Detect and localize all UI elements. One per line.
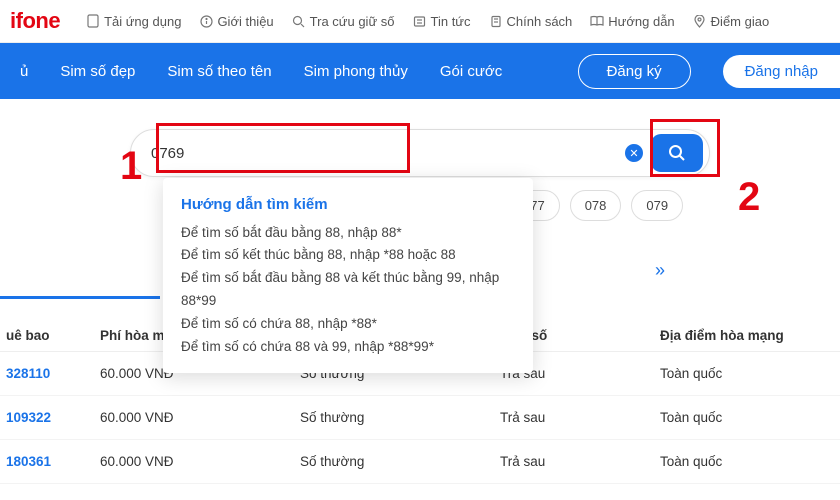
cell-type: Trả sau xyxy=(500,454,660,469)
cell-sim: 180361 xyxy=(0,454,100,469)
close-icon: ✕ xyxy=(629,147,638,160)
tooltip-line: Để tìm số có chứa 88 và 99, nhập *88*99* xyxy=(181,336,515,359)
top-policy-label: Chính sách xyxy=(507,14,573,29)
chip-079[interactable]: 079 xyxy=(631,190,683,221)
top-download-label: Tải ứng dụng xyxy=(104,14,181,29)
brand-logo: ifone xyxy=(10,8,60,34)
nav-packages[interactable]: Gói cước xyxy=(440,63,502,80)
search-small-icon xyxy=(292,14,306,28)
book-icon xyxy=(590,14,604,28)
tooltip-line: Để tìm số bắt đầu bằng 88 và kết thúc bằ… xyxy=(181,267,515,313)
nav-pretty-sim[interactable]: Sim số đẹp xyxy=(60,63,135,80)
doc-icon xyxy=(489,14,503,28)
more-chips-button[interactable]: » xyxy=(655,260,665,281)
signin-button[interactable]: Đăng nhập xyxy=(723,55,840,88)
annotation-number-1: 1 xyxy=(120,144,142,189)
top-lookup[interactable]: Tra cứu giữ số xyxy=(292,14,395,29)
prefix-chips: 077 078 079 xyxy=(508,190,683,221)
top-guide-label: Hướng dẫn xyxy=(608,14,674,29)
tooltip-line: Để tìm số bắt đầu bằng 88, nhập 88* xyxy=(181,222,515,245)
top-guide[interactable]: Hướng dẫn xyxy=(590,14,674,29)
top-about[interactable]: Giới thiệu xyxy=(199,14,273,29)
nav-fengshui-sim[interactable]: Sim phong thủy xyxy=(304,63,408,80)
cell-fee: 60.000 VNĐ xyxy=(100,454,300,469)
tooltip-line: Để tìm số có chứa 88, nhập *88* xyxy=(181,313,515,336)
cell-sub: Số thường xyxy=(300,410,500,425)
tooltip-line: Để tìm số kết thúc bằng 88, nhập *88 hoặ… xyxy=(181,244,515,267)
top-news-label: Tin tức xyxy=(431,14,471,29)
col-sim: uê bao xyxy=(0,328,100,343)
cell-sub: Số thường xyxy=(300,454,500,469)
search-button[interactable] xyxy=(651,134,703,172)
cell-loc: Toàn quốc xyxy=(660,366,830,381)
search-input[interactable] xyxy=(151,145,625,162)
news-icon xyxy=(413,14,427,28)
clear-button[interactable]: ✕ xyxy=(625,144,643,162)
phone-icon xyxy=(86,14,100,28)
search-help-tooltip: Hướng dẫn tìm kiếm Để tìm số bắt đầu bằn… xyxy=(163,178,533,373)
tab-underline xyxy=(0,296,160,299)
annotation-number-2: 2 xyxy=(738,175,760,220)
top-about-label: Giới thiệu xyxy=(217,14,273,29)
table-row[interactable]: 180361 60.000 VNĐ Số thường Trả sau Toàn… xyxy=(0,440,840,484)
cell-fee: 60.000 VNĐ xyxy=(100,410,300,425)
main-nav: ủ Sim số đẹp Sim số theo tên Sim phong t… xyxy=(0,43,840,99)
cell-type: Trả sau xyxy=(500,410,660,425)
cell-loc: Toàn quốc xyxy=(660,454,830,469)
cell-loc: Toàn quốc xyxy=(660,410,830,425)
top-policy[interactable]: Chính sách xyxy=(489,14,573,29)
search-bar: ✕ xyxy=(130,129,710,177)
info-icon xyxy=(199,14,213,28)
search-icon xyxy=(668,144,686,162)
tooltip-title: Hướng dẫn tìm kiếm xyxy=(181,192,515,218)
cell-sim: 109322 xyxy=(0,410,100,425)
top-locations[interactable]: Điểm giao xyxy=(693,14,770,29)
chip-078[interactable]: 078 xyxy=(570,190,622,221)
nav-home[interactable]: ủ xyxy=(20,63,28,80)
top-locations-label: Điểm giao xyxy=(711,14,770,29)
top-bar: ifone Tải ứng dụng Giới thiệu Tra cứu gi… xyxy=(0,0,840,43)
top-news[interactable]: Tin tức xyxy=(413,14,471,29)
top-download[interactable]: Tải ứng dụng xyxy=(86,14,181,29)
cell-sim: 328110 xyxy=(0,366,100,381)
table-row[interactable]: 109322 60.000 VNĐ Số thường Trả sau Toàn… xyxy=(0,396,840,440)
col-location: Địa điểm hòa mạng xyxy=(660,328,830,343)
signup-button[interactable]: Đăng ký xyxy=(578,54,691,89)
top-lookup-label: Tra cứu giữ số xyxy=(310,14,395,29)
nav-sim-by-name[interactable]: Sim số theo tên xyxy=(167,63,271,80)
pin-icon xyxy=(693,14,707,28)
